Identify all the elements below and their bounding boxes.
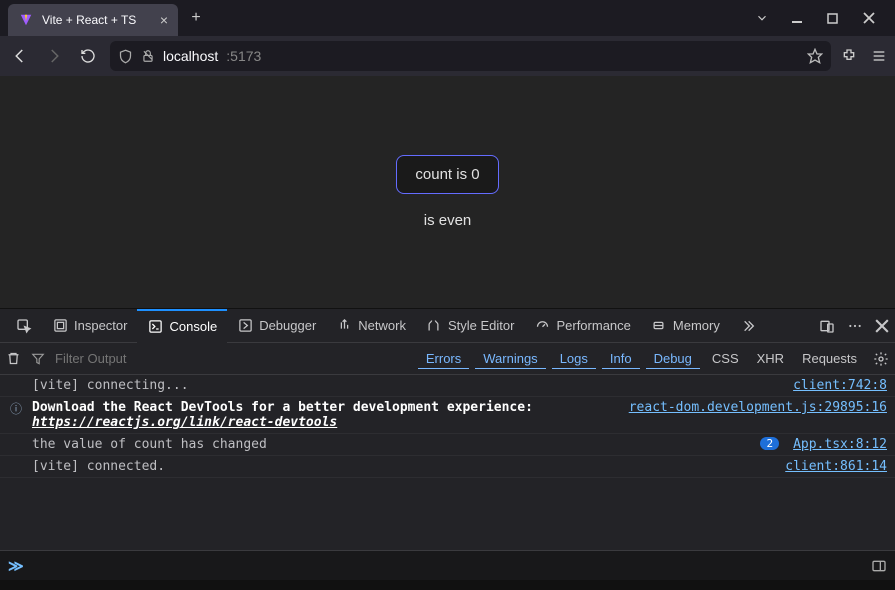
log-source-link[interactable]: client:861:14 <box>785 459 887 474</box>
tab-debugger[interactable]: Debugger <box>227 309 326 343</box>
console-input[interactable] <box>32 558 863 573</box>
chip-errors[interactable]: Errors <box>418 349 469 369</box>
console-message: the value of count has changed 2 App.tsx… <box>0 434 895 456</box>
chip-warnings[interactable]: Warnings <box>475 349 545 369</box>
chip-requests[interactable]: Requests <box>794 349 865 368</box>
repeat-badge: 2 <box>760 437 779 450</box>
chip-info[interactable]: Info <box>602 349 640 369</box>
tab-console-label: Console <box>169 319 217 334</box>
memory-icon <box>651 318 667 334</box>
prompt-chevron-icon: ≫ <box>8 557 24 575</box>
log-source-link[interactable]: App.tsx:8:12 <box>793 437 887 452</box>
tab-title: Vite + React + TS <box>42 13 136 27</box>
tab-network[interactable]: Network <box>326 309 416 343</box>
tab-close-icon[interactable]: × <box>160 12 168 28</box>
tab-memory[interactable]: Memory <box>641 309 730 343</box>
forward-button[interactable] <box>42 44 66 68</box>
log-text: [vite] connected. <box>32 459 777 474</box>
bottom-spacer <box>0 580 895 590</box>
tab-inspector-label: Inspector <box>74 318 127 333</box>
even-text: is even <box>424 212 472 229</box>
performance-icon <box>534 318 550 334</box>
more-tabs-icon[interactable] <box>730 309 766 343</box>
extensions-icon[interactable] <box>841 48 857 64</box>
tab-network-label: Network <box>358 318 406 333</box>
url-port: :5173 <box>226 48 261 64</box>
back-button[interactable] <box>8 44 32 68</box>
log-text: the value of count has changed <box>32 437 752 452</box>
console-message: [vite] connected. client:861:14 <box>0 456 895 478</box>
tab-memory-label: Memory <box>673 318 720 333</box>
filter-chips: Errors Warnings Logs Info Debug CSS XHR … <box>416 349 889 369</box>
shield-icon <box>118 49 133 64</box>
console-message: ⓘ Download the React DevTools for a bett… <box>0 397 895 434</box>
page-content: count is 0 is even <box>0 76 895 308</box>
devtools-tab-bar: Inspector Console Debugger Network Style… <box>0 309 895 343</box>
trash-icon[interactable] <box>6 351 21 366</box>
tab-inspector[interactable]: Inspector <box>42 309 137 343</box>
log-link[interactable]: https://reactjs.org/link/react-devtools <box>32 415 337 430</box>
console-filter-bar: Errors Warnings Logs Info Debug CSS XHR … <box>0 343 895 375</box>
maximize-icon[interactable] <box>827 13 845 24</box>
url-host: localhost <box>163 48 218 64</box>
bookmark-icon[interactable] <box>807 48 823 64</box>
browser-toolbar: localhost :5173 <box>0 36 895 76</box>
close-window-icon[interactable] <box>863 12 881 24</box>
log-text: [vite] connecting... <box>32 378 785 393</box>
console-icon <box>147 319 163 335</box>
tab-performance[interactable]: Performance <box>524 309 640 343</box>
log-source-link[interactable]: client:742:8 <box>793 378 887 393</box>
kebab-menu-icon[interactable] <box>847 318 863 334</box>
minimize-icon[interactable] <box>791 12 809 24</box>
network-icon <box>336 318 352 334</box>
info-icon: ⓘ <box>8 400 24 417</box>
log-source-link[interactable]: react-dom.development.js:29895:16 <box>629 400 887 415</box>
hamburger-menu-icon[interactable] <box>871 48 887 64</box>
new-tab-button[interactable]: + <box>182 4 210 32</box>
filter-icon[interactable] <box>31 352 45 366</box>
tab-style-label: Style Editor <box>448 318 514 333</box>
tab-console[interactable]: Console <box>137 309 227 343</box>
browser-tab[interactable]: Vite + React + TS × <box>8 4 178 36</box>
list-tabs-icon[interactable] <box>755 11 773 25</box>
console-output: [vite] connecting... client:742:8 ⓘ Down… <box>0 375 895 550</box>
chip-debug[interactable]: Debug <box>646 349 700 369</box>
console-prompt: ≫ <box>0 550 895 580</box>
filter-input[interactable] <box>55 351 275 366</box>
style-icon <box>426 318 442 334</box>
vite-favicon <box>18 12 34 28</box>
console-message: [vite] connecting... client:742:8 <box>0 375 895 397</box>
reload-button[interactable] <box>76 44 100 68</box>
chip-logs[interactable]: Logs <box>552 349 596 369</box>
devtools-panel: Inspector Console Debugger Network Style… <box>0 308 895 580</box>
browser-tab-bar: Vite + React + TS × + <box>0 0 895 36</box>
count-button[interactable]: count is 0 <box>396 155 498 194</box>
console-settings-icon[interactable] <box>873 351 889 367</box>
split-pane-icon[interactable] <box>871 558 887 574</box>
responsive-mode-icon[interactable] <box>819 318 835 334</box>
debugger-icon <box>237 318 253 334</box>
log-bold-text: Download the React DevTools for a better… <box>32 400 533 415</box>
inspector-icon <box>52 318 68 334</box>
chip-css[interactable]: CSS <box>704 349 747 368</box>
log-text: Download the React DevTools for a better… <box>32 400 621 430</box>
tab-debugger-label: Debugger <box>259 318 316 333</box>
tab-performance-label: Performance <box>556 318 630 333</box>
chip-xhr[interactable]: XHR <box>749 349 792 368</box>
element-picker-icon[interactable] <box>6 309 42 343</box>
tab-style-editor[interactable]: Style Editor <box>416 309 524 343</box>
lock-icon <box>141 49 155 63</box>
url-bar[interactable]: localhost :5173 <box>110 41 831 71</box>
devtools-close-icon[interactable] <box>875 319 889 333</box>
